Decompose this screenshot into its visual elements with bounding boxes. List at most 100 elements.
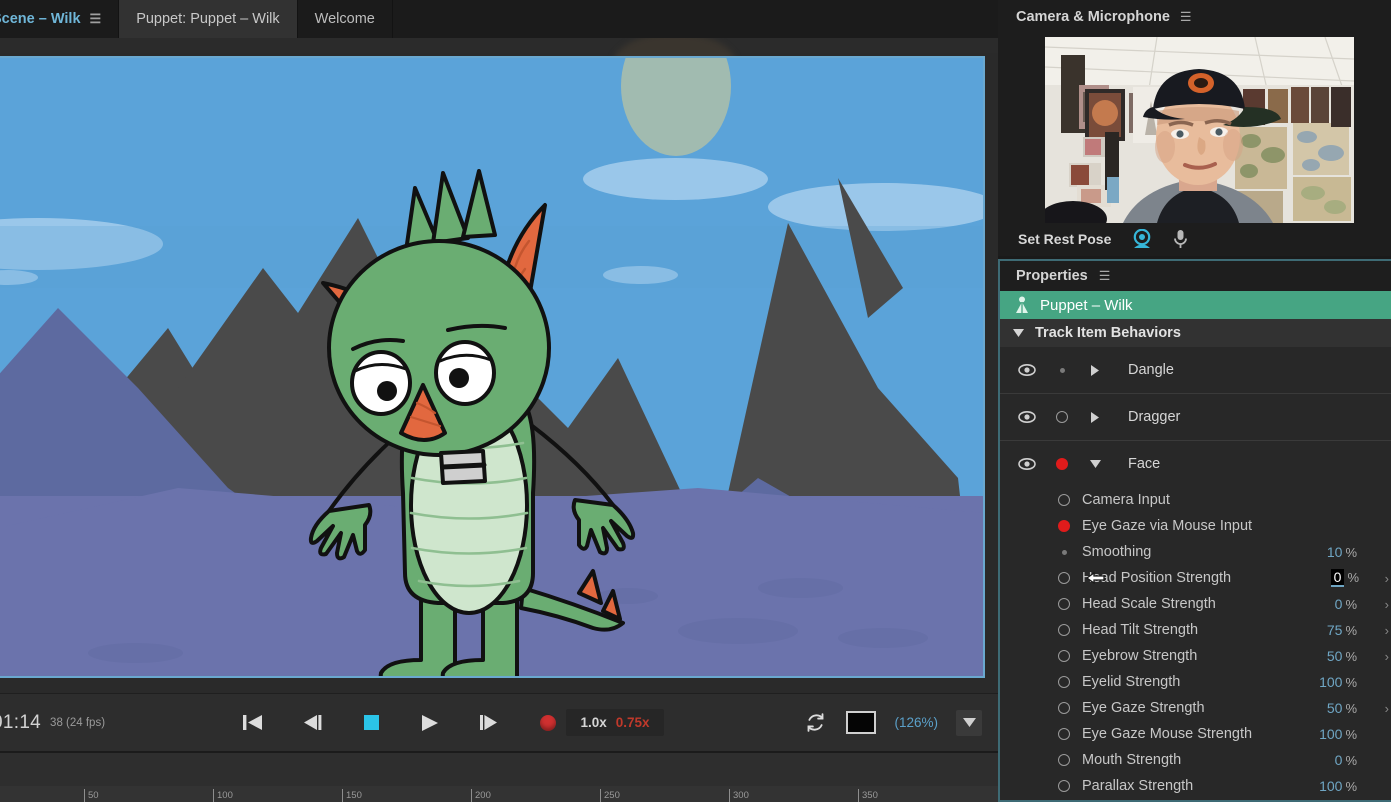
property-value[interactable]: 100 %	[1319, 674, 1357, 690]
stop-button[interactable]	[358, 710, 384, 736]
step-forward-button[interactable]	[476, 710, 502, 736]
tab-puppet-wilk[interactable]: Puppet: Puppet – Wilk	[119, 0, 298, 38]
visibility-eye-icon[interactable]	[1010, 458, 1044, 470]
arm-indicator[interactable]	[1058, 650, 1070, 662]
property-value[interactable]: 50 %	[1327, 700, 1357, 716]
arm-indicator[interactable]	[1058, 780, 1070, 792]
property-value-unit: %	[1345, 727, 1357, 742]
speed-normal-label[interactable]: 1.0x	[580, 715, 606, 730]
timeline-tick: 50	[84, 789, 99, 802]
property-row-camera-input[interactable]: Camera Input	[1000, 487, 1391, 513]
hamburger-icon[interactable]: ☰	[1099, 268, 1111, 284]
chevron-right-icon[interactable]: ›	[1385, 571, 1389, 586]
record-button[interactable]	[535, 710, 561, 736]
property-value[interactable]: 0 %	[1335, 596, 1357, 612]
puppet-selected-row[interactable]: Puppet – Wilk	[1000, 291, 1391, 319]
behavior-dragger-row[interactable]: Dragger	[1000, 394, 1391, 440]
property-row-parallax-strength[interactable]: Parallax Strength 100 %	[1000, 773, 1391, 799]
property-row-mouth-strength[interactable]: Mouth Strength 0 %	[1000, 747, 1391, 773]
step-forward-icon	[480, 715, 497, 730]
hamburger-icon[interactable]: ☰	[90, 11, 102, 27]
behavior-face-row[interactable]: Face	[1000, 441, 1391, 487]
transport-controls	[240, 710, 561, 736]
arm-indicator[interactable]	[1044, 411, 1080, 423]
camera-panel-title: Camera & Microphone	[1016, 8, 1170, 25]
go-to-start-button[interactable]	[240, 710, 266, 736]
arm-indicator[interactable]	[1058, 598, 1070, 610]
arm-indicator-armed[interactable]	[1058, 520, 1070, 532]
timeline-tick: 200	[471, 789, 491, 802]
camera-preview[interactable]	[1045, 37, 1354, 223]
visibility-eye-icon[interactable]	[1010, 364, 1044, 376]
refresh-button[interactable]	[802, 710, 828, 736]
property-value[interactable]: 100 %	[1319, 726, 1357, 742]
property-label: Smoothing	[1082, 544, 1152, 560]
arm-indicator[interactable]	[1058, 676, 1070, 688]
camera-panel-header: Camera & Microphone ☰	[998, 0, 1391, 33]
chevron-right-icon[interactable]: ›	[1385, 597, 1389, 612]
visibility-eye-icon[interactable]	[1010, 411, 1044, 423]
timeline-tick: 100	[213, 789, 233, 802]
stage-top-strip	[0, 38, 998, 53]
arm-indicator[interactable]	[1061, 549, 1067, 555]
chevron-right-icon[interactable]: ›	[1385, 623, 1389, 638]
chevron-right-icon[interactable]: ›	[1385, 649, 1389, 664]
puppet-name-label: Puppet – Wilk	[1040, 296, 1133, 314]
microphone-icon	[1174, 230, 1188, 248]
step-back-button[interactable]	[299, 710, 325, 736]
property-row-eye-gaze-mouse-strength[interactable]: Eye Gaze Mouse Strength 100 %	[1000, 721, 1391, 747]
property-row-head-scale-strength[interactable]: Head Scale Strength 0 % ›	[1000, 591, 1391, 617]
tab-scene-wilk[interactable]: Scene – Wilk ☰	[0, 0, 120, 38]
track-item-behaviors-header[interactable]: Track Item Behaviors	[1000, 319, 1391, 347]
property-row-eyelid-strength[interactable]: Eyelid Strength 100 %	[1000, 669, 1391, 695]
timecode: 01:14	[0, 711, 42, 733]
property-row-eye-gaze-via-mouse-input[interactable]: Eye Gaze via Mouse Input	[1000, 513, 1391, 539]
arm-indicator[interactable]	[1058, 728, 1070, 740]
properties-panel-header: Properties ☰	[1000, 261, 1391, 291]
ground-blob-2	[758, 578, 843, 598]
hamburger-icon[interactable]: ☰	[1180, 9, 1192, 25]
timeline-panel[interactable]: 50 100 150 200 250 300 350	[0, 751, 998, 802]
tab-puppet-label: Puppet: Puppet – Wilk	[136, 11, 280, 27]
arm-indicator[interactable]	[1058, 624, 1070, 636]
stage-area[interactable]	[0, 38, 998, 693]
zoom-dropdown-button[interactable]	[956, 709, 982, 736]
arm-indicator[interactable]	[1058, 702, 1070, 714]
property-value[interactable]: 75 %	[1327, 622, 1357, 638]
zoom-level-label[interactable]: (126%)	[894, 715, 938, 730]
tab-welcome[interactable]: Welcome	[298, 0, 393, 38]
speed-slow-label[interactable]: 0.75x	[616, 715, 650, 730]
property-value[interactable]: 10 %	[1327, 544, 1357, 560]
set-rest-pose-button[interactable]: Set Rest Pose	[1018, 231, 1111, 247]
arm-indicator[interactable]	[1058, 494, 1070, 506]
property-value-unit: %	[1345, 675, 1357, 690]
chevron-right-icon[interactable]: ›	[1385, 701, 1389, 716]
arm-indicator[interactable]	[1044, 367, 1080, 373]
playback-speed-control[interactable]: 1.0x 0.75x	[566, 709, 664, 736]
property-value-number: 10	[1326, 544, 1343, 560]
property-value[interactable]: 0 %	[1335, 752, 1357, 768]
property-row-head-position-strength[interactable]: Head Position Strength 0 % ›	[1000, 565, 1391, 591]
expand-triangle-icon[interactable]	[1080, 364, 1110, 376]
property-row-smoothing[interactable]: Smoothing 10 %	[1000, 539, 1391, 565]
arm-indicator[interactable]	[1058, 754, 1070, 766]
collapse-triangle-icon[interactable]	[1080, 460, 1110, 468]
arm-indicator[interactable]	[1058, 572, 1070, 584]
property-row-head-tilt-strength[interactable]: Head Tilt Strength 75 % ›	[1000, 617, 1391, 643]
play-button[interactable]	[417, 710, 443, 736]
behavior-dangle-row[interactable]: Dangle	[1000, 347, 1391, 393]
scene-canvas[interactable]	[0, 56, 985, 678]
property-value[interactable]: 100 %	[1319, 778, 1357, 794]
property-value-input[interactable]: 0 %	[1330, 569, 1359, 587]
property-value-number: 100	[1319, 778, 1343, 794]
expand-triangle-icon[interactable]	[1080, 411, 1110, 423]
property-value[interactable]: 50 %	[1327, 648, 1357, 664]
timeline-track-area[interactable]	[0, 753, 998, 786]
puppet-character[interactable]	[293, 133, 653, 676]
property-row-eyebrow-strength[interactable]: Eyebrow Strength 50 % ›	[1000, 643, 1391, 669]
background-color-swatch[interactable]	[846, 711, 877, 734]
property-row-eye-gaze-strength[interactable]: Eye Gaze Strength 50 % ›	[1000, 695, 1391, 721]
timeline-ruler[interactable]: 50 100 150 200 250 300 350	[0, 786, 998, 802]
ground-blob-1	[678, 618, 798, 644]
arm-indicator-armed[interactable]	[1044, 458, 1080, 470]
